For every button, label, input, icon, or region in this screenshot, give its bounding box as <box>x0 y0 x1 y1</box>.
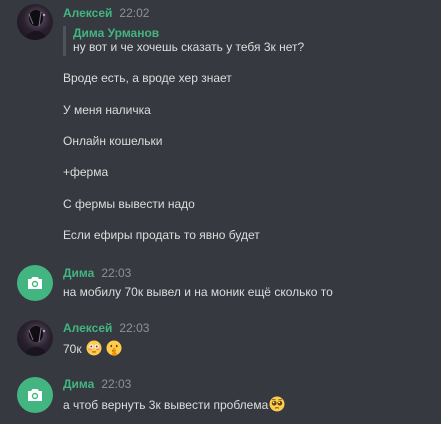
author-name[interactable]: Алексей <box>63 321 112 335</box>
message-content: 70к <box>63 340 122 357</box>
avatar[interactable] <box>17 265 53 301</box>
message-text: 70к <box>63 342 82 356</box>
author-name[interactable]: Дима <box>63 266 94 280</box>
message-text: +ферма <box>63 165 109 179</box>
message-group-alexey-1: Алексей 22:02 Дима Урманов ну вот и че х… <box>0 0 441 250</box>
message-group-dima-2: Дима 22:03 а чтоб вернуть 3к вывести про… <box>0 372 441 424</box>
reply-quote[interactable]: Дима Урманов ну вот и че хочешь сказать … <box>63 26 304 56</box>
timestamp: 22:03 <box>101 266 132 280</box>
message-text: У меня наличка <box>63 103 151 117</box>
reply-author: Дима Урманов <box>73 26 160 40</box>
timestamp: 22:03 <box>101 377 132 391</box>
message-header: Дима 22:03 <box>63 377 131 395</box>
author-name[interactable]: Алексей <box>63 6 112 20</box>
avatar[interactable] <box>17 377 53 413</box>
message-text: Онлайн кошельки <box>63 134 163 148</box>
avatar-photo-icon <box>25 326 47 356</box>
message-header: Алексей 22:02 <box>63 6 149 24</box>
message-text: Вроде есть, а вроде хер знает <box>63 71 232 85</box>
message-group-alexey-2: Алексей 22:03 70к <box>0 316 441 366</box>
message-text: на мобилу 70к вывел и на моник ещё сколь… <box>63 285 333 299</box>
author-name[interactable]: Дима <box>63 377 94 391</box>
avatar[interactable] <box>17 320 53 356</box>
camera-icon <box>28 277 42 289</box>
timestamp: 22:02 <box>119 6 150 20</box>
pleading-face-emoji[interactable] <box>269 396 285 412</box>
camera-icon <box>28 389 42 401</box>
shushing-face-emoji[interactable] <box>106 340 122 356</box>
message-header: Дима 22:03 <box>63 266 131 284</box>
message-header: Алексей 22:03 <box>63 321 149 339</box>
flushed-face-emoji[interactable] <box>86 340 102 356</box>
avatar[interactable] <box>17 4 53 40</box>
message-group-dima-1: Дима 22:03 на мобилу 70к вывел и на мони… <box>0 260 441 310</box>
message-text: а чтоб вернуть 3к вывести проблема <box>63 398 269 412</box>
message-text: Если ефиры продать то явно будет <box>63 228 260 242</box>
avatar-photo-icon <box>25 10 47 40</box>
timestamp: 22:03 <box>119 321 150 335</box>
message-content: а чтоб вернуть 3к вывести проблема <box>63 396 285 413</box>
reply-text: ну вот и че хочешь сказать у тебя 3к нет… <box>73 40 305 54</box>
message-text: С фермы вывести надо <box>63 197 195 211</box>
